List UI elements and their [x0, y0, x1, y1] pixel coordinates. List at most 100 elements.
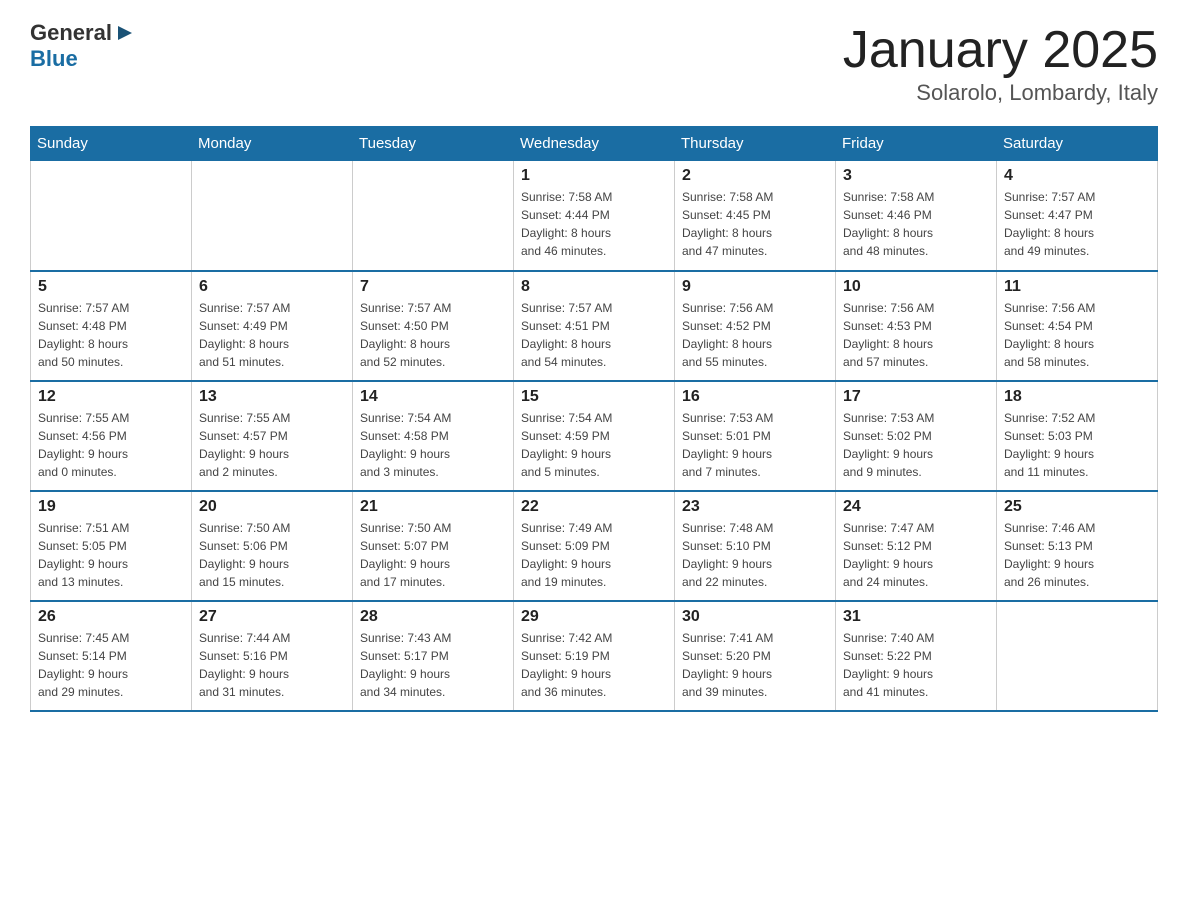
- calendar-cell: 27Sunrise: 7:44 AM Sunset: 5:16 PM Dayli…: [192, 601, 353, 711]
- day-info: Sunrise: 7:57 AM Sunset: 4:51 PM Dayligh…: [521, 299, 667, 371]
- logo-general-text: General: [30, 20, 112, 46]
- day-number: 26: [38, 608, 184, 626]
- day-number: 22: [521, 498, 667, 516]
- calendar-cell: 1 Sunrise: 7:58 AM Sunset: 4:44 PM Daylig…: [514, 161, 675, 271]
- day-info: Sunrise: 7:45 AM Sunset: 5:14 PM Dayligh…: [38, 629, 184, 701]
- calendar-cell: 11Sunrise: 7:56 AM Sunset: 4:54 PM Dayli…: [997, 271, 1158, 381]
- calendar-cell: 15Sunrise: 7:54 AM Sunset: 4:59 PM Dayli…: [514, 381, 675, 491]
- day-number: 25: [1004, 498, 1150, 516]
- day-number: 7: [360, 278, 506, 296]
- calendar-cell: [997, 601, 1158, 711]
- calendar-cell: 12Sunrise: 7:55 AM Sunset: 4:56 PM Dayli…: [31, 381, 192, 491]
- week-row-4: 19 Sunrise: 7:51 AM Sunset: 5:05 PM Dayli…: [31, 491, 1158, 601]
- day-info: Sunrise: 7:49 AM Sunset: 5:09 PM Dayligh…: [521, 519, 667, 591]
- title-block: January 2025 Solarolo, Lombardy, Italy: [843, 20, 1158, 106]
- calendar-cell: 18 Sunrise: 7:52 AM Sunset: 5:03 PM Dayli…: [997, 381, 1158, 491]
- week-row-1: 1 Sunrise: 7:58 AM Sunset: 4:44 PM Daylig…: [31, 161, 1158, 271]
- calendar-cell: 6Sunrise: 7:57 AM Sunset: 4:49 PM Daylig…: [192, 271, 353, 381]
- day-number: 2: [682, 167, 828, 185]
- week-row-2: 5 Sunrise: 7:57 AM Sunset: 4:48 PM Daylig…: [31, 271, 1158, 381]
- day-number: 27: [199, 608, 345, 626]
- day-number: 31: [843, 608, 989, 626]
- day-number: 5: [38, 278, 184, 296]
- week-row-3: 12Sunrise: 7:55 AM Sunset: 4:56 PM Dayli…: [31, 381, 1158, 491]
- day-info: Sunrise: 7:52 AM Sunset: 5:03 PM Dayligh…: [1004, 409, 1150, 481]
- day-number: 18: [1004, 388, 1150, 406]
- day-number: 6: [199, 278, 345, 296]
- calendar-cell: [353, 161, 514, 271]
- calendar-cell: [192, 161, 353, 271]
- calendar-cell: 24 Sunrise: 7:47 AM Sunset: 5:12 PM Dayli…: [836, 491, 997, 601]
- day-info: Sunrise: 7:53 AM Sunset: 5:02 PM Dayligh…: [843, 409, 989, 481]
- day-info: Sunrise: 7:42 AM Sunset: 5:19 PM Dayligh…: [521, 629, 667, 701]
- calendar-cell: 25 Sunrise: 7:46 AM Sunset: 5:13 PM Dayli…: [997, 491, 1158, 601]
- day-number: 23: [682, 498, 828, 516]
- day-info: Sunrise: 7:57 AM Sunset: 4:47 PM Dayligh…: [1004, 188, 1150, 260]
- day-info: Sunrise: 7:57 AM Sunset: 4:48 PM Dayligh…: [38, 299, 184, 371]
- calendar-cell: 28 Sunrise: 7:43 AM Sunset: 5:17 PM Dayli…: [353, 601, 514, 711]
- day-info: Sunrise: 7:58 AM Sunset: 4:45 PM Dayligh…: [682, 188, 828, 260]
- calendar-cell: 29 Sunrise: 7:42 AM Sunset: 5:19 PM Dayli…: [514, 601, 675, 711]
- calendar-table: SundayMondayTuesdayWednesdayThursdayFrid…: [30, 126, 1158, 712]
- day-header-tuesday: Tuesday: [353, 127, 514, 161]
- day-number: 28: [360, 608, 506, 626]
- day-number: 19: [38, 498, 184, 516]
- calendar-cell: 8 Sunrise: 7:57 AM Sunset: 4:51 PM Daylig…: [514, 271, 675, 381]
- calendar-cell: 26 Sunrise: 7:45 AM Sunset: 5:14 PM Dayli…: [31, 601, 192, 711]
- day-info: Sunrise: 7:43 AM Sunset: 5:17 PM Dayligh…: [360, 629, 506, 701]
- day-number: 13: [199, 388, 345, 406]
- day-info: Sunrise: 7:50 AM Sunset: 5:06 PM Dayligh…: [199, 519, 345, 591]
- calendar-cell: 31Sunrise: 7:40 AM Sunset: 5:22 PM Dayli…: [836, 601, 997, 711]
- day-number: 16: [682, 388, 828, 406]
- logo-blue-text: Blue: [30, 46, 136, 72]
- day-number: 14: [360, 388, 506, 406]
- calendar-cell: 2 Sunrise: 7:58 AM Sunset: 4:45 PM Daylig…: [675, 161, 836, 271]
- calendar-cell: 10 Sunrise: 7:56 AM Sunset: 4:53 PM Dayli…: [836, 271, 997, 381]
- calendar-title: January 2025: [843, 20, 1158, 80]
- day-number: 29: [521, 608, 667, 626]
- day-header-wednesday: Wednesday: [514, 127, 675, 161]
- day-info: Sunrise: 7:47 AM Sunset: 5:12 PM Dayligh…: [843, 519, 989, 591]
- day-info: Sunrise: 7:51 AM Sunset: 5:05 PM Dayligh…: [38, 519, 184, 591]
- calendar-cell: 22 Sunrise: 7:49 AM Sunset: 5:09 PM Dayli…: [514, 491, 675, 601]
- calendar-cell: 20 Sunrise: 7:50 AM Sunset: 5:06 PM Dayli…: [192, 491, 353, 601]
- calendar-cell: 5 Sunrise: 7:57 AM Sunset: 4:48 PM Daylig…: [31, 271, 192, 381]
- day-info: Sunrise: 7:41 AM Sunset: 5:20 PM Dayligh…: [682, 629, 828, 701]
- day-info: Sunrise: 7:48 AM Sunset: 5:10 PM Dayligh…: [682, 519, 828, 591]
- day-header-thursday: Thursday: [675, 127, 836, 161]
- day-info: Sunrise: 7:46 AM Sunset: 5:13 PM Dayligh…: [1004, 519, 1150, 591]
- calendar-subtitle: Solarolo, Lombardy, Italy: [843, 80, 1158, 106]
- day-number: 21: [360, 498, 506, 516]
- day-info: Sunrise: 7:58 AM Sunset: 4:44 PM Dayligh…: [521, 188, 667, 260]
- day-info: Sunrise: 7:56 AM Sunset: 4:53 PM Dayligh…: [843, 299, 989, 371]
- calendar-cell: 17 Sunrise: 7:53 AM Sunset: 5:02 PM Dayli…: [836, 381, 997, 491]
- day-info: Sunrise: 7:53 AM Sunset: 5:01 PM Dayligh…: [682, 409, 828, 481]
- day-number: 1: [521, 167, 667, 185]
- day-number: 15: [521, 388, 667, 406]
- day-number: 4: [1004, 167, 1150, 185]
- logo-arrow-icon: [114, 22, 136, 44]
- calendar-cell: 7Sunrise: 7:57 AM Sunset: 4:50 PM Daylig…: [353, 271, 514, 381]
- calendar-cell: 21Sunrise: 7:50 AM Sunset: 5:07 PM Dayli…: [353, 491, 514, 601]
- day-number: 3: [843, 167, 989, 185]
- day-number: 30: [682, 608, 828, 626]
- day-header-monday: Monday: [192, 127, 353, 161]
- day-number: 10: [843, 278, 989, 296]
- day-info: Sunrise: 7:54 AM Sunset: 4:58 PM Dayligh…: [360, 409, 506, 481]
- day-number: 11: [1004, 278, 1150, 296]
- day-number: 20: [199, 498, 345, 516]
- day-header-saturday: Saturday: [997, 127, 1158, 161]
- day-number: 17: [843, 388, 989, 406]
- calendar-cell: 13 Sunrise: 7:55 AM Sunset: 4:57 PM Dayli…: [192, 381, 353, 491]
- day-number: 12: [38, 388, 184, 406]
- day-info: Sunrise: 7:55 AM Sunset: 4:57 PM Dayligh…: [199, 409, 345, 481]
- calendar-cell: 4 Sunrise: 7:57 AM Sunset: 4:47 PM Daylig…: [997, 161, 1158, 271]
- day-number: 8: [521, 278, 667, 296]
- calendar-cell: 3Sunrise: 7:58 AM Sunset: 4:46 PM Daylig…: [836, 161, 997, 271]
- day-number: 24: [843, 498, 989, 516]
- day-header-sunday: Sunday: [31, 127, 192, 161]
- day-header-friday: Friday: [836, 127, 997, 161]
- calendar-cell: [31, 161, 192, 271]
- page-header: General Blue January 2025 Solarolo, Lomb…: [30, 20, 1158, 106]
- logo: General Blue: [30, 20, 136, 72]
